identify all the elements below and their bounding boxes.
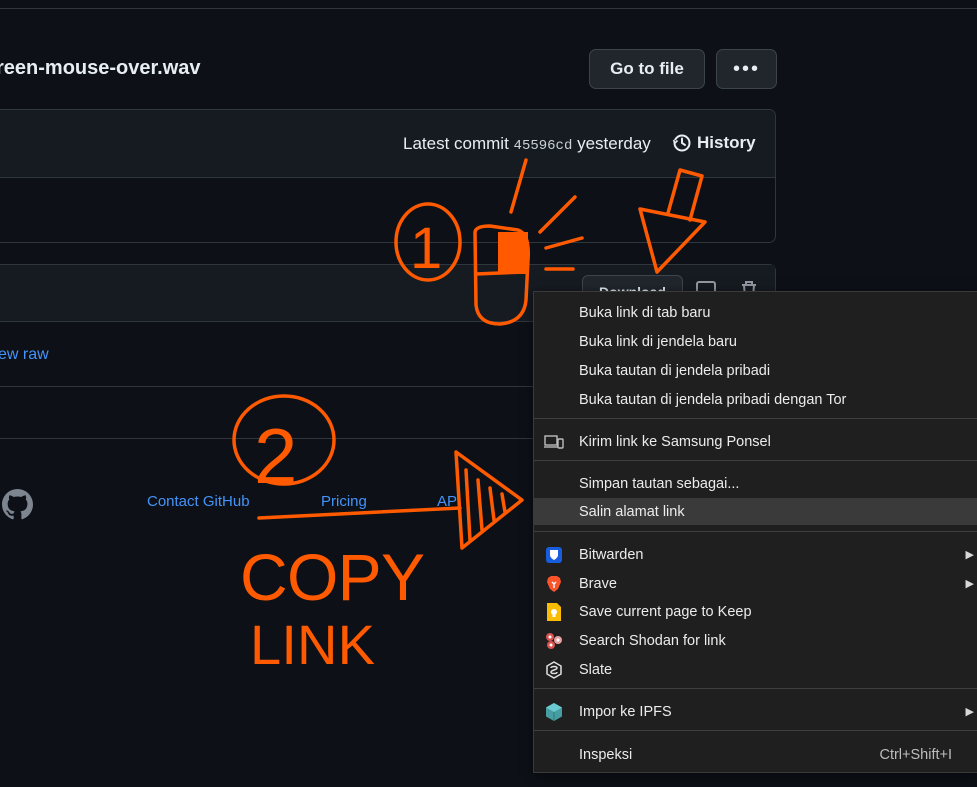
- menu-item-label: Inspeksi: [579, 746, 633, 763]
- copy-text: COPY: [240, 540, 425, 614]
- menu-item-label: Impor ke IPFS: [579, 703, 672, 720]
- commit-time: yesterday: [577, 134, 651, 153]
- menu-item-search-shodan[interactable]: Search Shodan for link: [534, 627, 977, 654]
- menu-separator: [534, 730, 977, 731]
- submenu-arrow-icon: ▶: [965, 706, 974, 718]
- commit-sha-link[interactable]: 45596cd: [514, 138, 573, 154]
- menu-item-label: Search Shodan for link: [579, 632, 726, 649]
- ipfs-icon: [544, 702, 564, 722]
- menu-item-label: Save current page to Keep: [579, 603, 752, 620]
- more-options-button[interactable]: •••: [716, 49, 777, 89]
- history-link[interactable]: History: [672, 133, 756, 153]
- menu-item-label: Buka link di tab baru: [579, 304, 711, 321]
- menu-item-label: Kirim link ke Samsung Ponsel: [579, 433, 771, 450]
- menu-item-label: Salin alamat link: [579, 503, 685, 520]
- submenu-arrow-icon: ▶: [965, 549, 974, 561]
- menu-item-open-private-tor[interactable]: Buka tautan di jendela pribadi dengan To…: [534, 386, 977, 413]
- devices-icon: [544, 432, 564, 452]
- menu-item-brave[interactable]: Brave ▶: [534, 570, 977, 597]
- menu-item-open-new-tab[interactable]: Buka link di tab baru: [534, 299, 977, 326]
- github-logo-icon[interactable]: [2, 489, 33, 520]
- top-divider: [0, 8, 977, 9]
- menu-item-bitwarden[interactable]: Bitwarden ▶: [534, 541, 977, 568]
- commit-box: [0, 109, 776, 243]
- slate-icon: [544, 660, 564, 680]
- menu-separator: [534, 418, 977, 419]
- menu-item-slate[interactable]: Slate: [534, 656, 977, 683]
- latest-commit-label: Latest commit: [403, 134, 509, 153]
- history-label: History: [697, 133, 756, 152]
- latest-commit: Latest commit 45596cd yesterday: [403, 134, 651, 154]
- menu-item-save-link-as[interactable]: Simpan tautan sebagai...: [534, 470, 977, 497]
- menu-item-label: Buka tautan di jendela pribadi: [579, 362, 771, 379]
- menu-separator: [534, 531, 977, 532]
- history-icon: [672, 134, 691, 152]
- menu-item-label: Slate: [579, 661, 613, 678]
- bitwarden-icon: [544, 545, 564, 565]
- brave-icon: [544, 574, 564, 594]
- menu-separator: [534, 688, 977, 689]
- menu-separator: [534, 460, 977, 461]
- arrow-hatch: [464, 468, 507, 542]
- context-menu: Buka link di tab baru Buka link di jende…: [533, 291, 977, 773]
- file-name-title: reen-mouse-over.wav: [0, 57, 201, 79]
- menu-item-open-new-window[interactable]: Buka link di jendela baru: [534, 328, 977, 355]
- shodan-icon: [544, 631, 564, 651]
- commit-header: [0, 110, 775, 178]
- menu-item-label: Buka tautan di jendela pribadi dengan To…: [579, 391, 847, 408]
- submenu-arrow-icon: ▶: [965, 578, 974, 590]
- menu-item-label: Brave: [579, 575, 617, 592]
- go-to-file-button[interactable]: Go to file: [589, 49, 705, 89]
- keep-icon: [544, 602, 564, 622]
- menu-item-inspect[interactable]: Inspeksi Ctrl+Shift+I: [534, 741, 977, 768]
- menu-item-save-to-keep[interactable]: Save current page to Keep: [534, 598, 977, 625]
- menu-item-send-to-phone[interactable]: Kirim link ke Samsung Ponsel: [534, 428, 977, 455]
- menu-item-label: Simpan tautan sebagai...: [579, 475, 740, 492]
- menu-item-label: Buka link di jendela baru: [579, 333, 737, 350]
- menu-item-open-private-window[interactable]: Buka tautan di jendela pribadi: [534, 357, 977, 384]
- footer-link-api[interactable]: AP: [437, 493, 457, 510]
- footer-link-contact[interactable]: Contact GitHub: [147, 493, 250, 510]
- menu-item-import-ipfs[interactable]: Impor ke IPFS ▶: [534, 698, 977, 725]
- menu-item-copy-link-address[interactable]: Salin alamat link: [534, 498, 977, 525]
- menu-item-shortcut: Ctrl+Shift+I: [879, 746, 952, 763]
- footer-link-pricing[interactable]: Pricing: [321, 493, 367, 510]
- menu-item-label: Bitwarden: [579, 546, 644, 563]
- arrow-right: [257, 450, 524, 550]
- link-text: LINK: [250, 613, 375, 676]
- view-raw-link[interactable]: ew raw: [0, 346, 49, 364]
